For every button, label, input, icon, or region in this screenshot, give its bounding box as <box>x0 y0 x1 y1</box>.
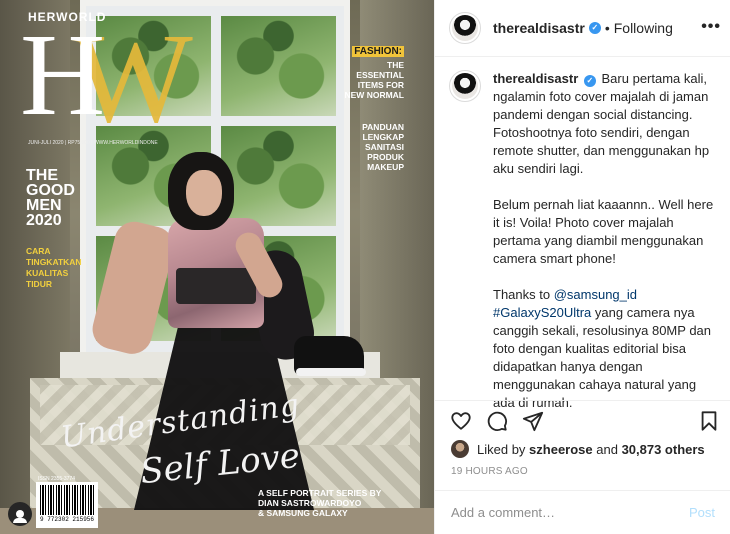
cover-tidur-line: CARA <box>26 246 51 256</box>
paper-plane-icon[interactable] <box>521 409 545 433</box>
more-options-icon[interactable]: ••• <box>701 18 721 36</box>
cover-panduan-line: SANITASI <box>364 142 404 152</box>
avatar[interactable] <box>449 12 481 44</box>
caption-paragraph: Belum pernah liat kaaannn.. Well here it… <box>493 197 714 266</box>
cover-series-line: & SAMSUNG GALAXY <box>258 508 348 518</box>
cover-series-text: A SELF PORTRAIT SERIES BY DIAN SASTROWAR… <box>258 488 418 518</box>
cover-good-men-line: THE <box>26 167 58 184</box>
post-side-panel: therealdisastr ✓ • Following ••• thereal… <box>434 0 730 534</box>
caption-username[interactable]: therealdisastr <box>493 71 578 86</box>
verified-badge-icon: ✓ <box>583 75 596 87</box>
cover-panduan-line: PANDUAN <box>362 122 404 132</box>
cover-tidur-line: TINGKATKAN <box>26 257 82 267</box>
window-pane <box>221 126 336 226</box>
likes-count[interactable]: 30,873 others <box>622 442 705 457</box>
cover-fashion-line: THE <box>387 60 404 70</box>
cover-barcode: 9 772302 215956 <box>36 482 98 528</box>
cover-fashion-heading: FASHION: <box>352 46 404 57</box>
cover-series-line: DIAN SASTROWARDOYO <box>258 498 362 508</box>
cover-brand: HERWORLD <box>28 10 107 24</box>
cover-good-men-line: 2020 <box>26 212 62 229</box>
user-tag-icon[interactable] <box>8 502 32 526</box>
cover-fashion-line: NEW NORMAL <box>344 90 405 100</box>
cover-series-line: A SELF PORTRAIT SERIES BY <box>258 488 382 498</box>
post-comment-button[interactable]: Post <box>689 505 715 520</box>
header-separator: • <box>604 20 610 36</box>
mention-link[interactable]: @samsung_id <box>554 287 637 302</box>
verified-badge-icon: ✓ <box>588 22 601 34</box>
post-caption: therealdisastr ✓ Baru pertama kali, ngal… <box>449 70 725 410</box>
cover-tidur: CARA TINGKATKAN KUALITAS TIDUR <box>26 246 82 290</box>
model-face <box>186 170 222 216</box>
caption-body: Baru pertama kali, ngalamin foto cover m… <box>493 71 710 176</box>
cover-fashion-line: ESSENTIAL <box>356 70 404 80</box>
cover-logo-h: H <box>20 9 106 140</box>
cover-good-men: THE GOOD MEN 2020 <box>26 167 75 229</box>
caption-body: yang camera nya canggih sekali, resolusi… <box>493 305 712 410</box>
likes-summary[interactable]: Liked by szheerose and 30,873 others <box>451 440 705 458</box>
cover-fashion-line: ITEMS FOR <box>357 80 404 90</box>
following-button[interactable]: Following <box>614 20 673 36</box>
cover-tidur-line: TIDUR <box>26 279 52 289</box>
comment-bar: Post <box>435 490 730 534</box>
header-username[interactable]: therealdisastr <box>493 20 585 36</box>
action-bar <box>435 400 730 438</box>
caption-paragraph: therealdisastr ✓ Baru pertama kali, ngal… <box>493 70 718 178</box>
model-corset <box>176 268 256 304</box>
cover-panduan-line: MAKEUP <box>367 162 404 172</box>
post-header: therealdisastr ✓ • Following ••• <box>435 0 730 57</box>
window-pane <box>221 16 336 116</box>
avatar[interactable] <box>451 440 469 458</box>
heart-icon[interactable] <box>449 409 473 433</box>
cover-tidur-line: KUALITAS <box>26 268 69 278</box>
barcode-bars <box>40 485 94 515</box>
caption-text: therealdisastr ✓ Baru pertama kali, ngal… <box>493 70 718 410</box>
post-image[interactable]: W H HERWORLD JUNI-JULI 2020 | RP75.000 |… <box>0 0 434 534</box>
likes-prefix: Liked by <box>477 441 530 457</box>
hashtag-link[interactable]: #GalaxyS20Ultra <box>493 305 591 320</box>
caption-paragraph: Thanks to @samsung_id #GalaxyS20Ultra yan… <box>493 286 718 412</box>
cover-good-men-line: MEN <box>26 197 62 214</box>
caption-thanks: Thanks to <box>493 287 554 302</box>
post-timestamp[interactable]: 19 HOURS AGO <box>451 466 528 477</box>
cover-panduan: PANDUAN LENGKAP SANITASI PRODUK MAKEUP <box>324 122 404 172</box>
bookmark-icon[interactable] <box>697 409 721 433</box>
comment-input[interactable] <box>451 505 681 520</box>
cover-fashion-body: THE ESSENTIAL ITEMS FOR NEW NORMAL <box>324 60 405 100</box>
likes-user[interactable]: szheerose <box>529 442 593 457</box>
model-shoe-sole <box>296 368 366 376</box>
cover-good-men-line: GOOD <box>26 182 75 199</box>
cover-issue-line: JUNI-JULI 2020 | RP75.000 | WWW.HERWORLD… <box>28 140 158 146</box>
comment-icon[interactable] <box>485 409 509 433</box>
cover-panduan-line: PRODUK <box>367 152 404 162</box>
avatar[interactable] <box>449 70 481 102</box>
barcode-number: 9 772302 215956 <box>40 516 95 523</box>
likes-middle: and <box>592 441 622 457</box>
cover-panduan-line: LENGKAP <box>362 132 404 142</box>
